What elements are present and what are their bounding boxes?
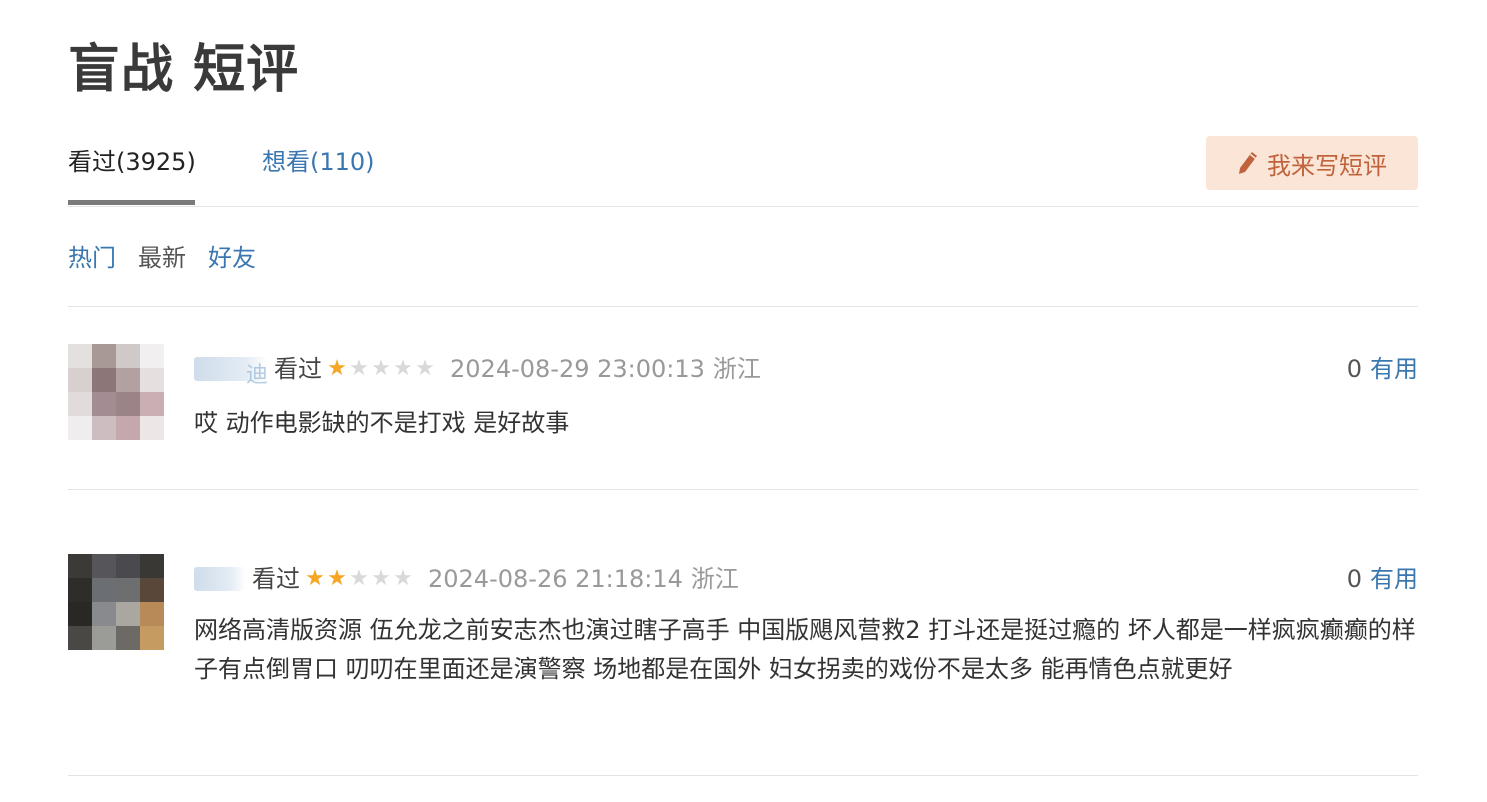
tab-watched[interactable]: 看过(3925): [68, 146, 196, 178]
avatar[interactable]: [68, 344, 164, 440]
star-icon: ★: [349, 356, 369, 381]
comment-content: 网络高清版资源 伍允龙之前安志杰也演过瞎子高手 中国版飓风营救2 打斗还是挺过瘾…: [194, 616, 1416, 683]
comment-divider: [68, 775, 1418, 776]
votes: 0 有用: [1347, 352, 1418, 386]
vote-count: 0: [1346, 565, 1362, 593]
watched-label: 看过: [252, 565, 300, 593]
comment-content: 哎 动作电影缺的不是打戏 是好故事: [194, 409, 570, 437]
vote-count: 0: [1346, 355, 1362, 383]
star-icon: ★: [415, 356, 435, 381]
comment-location: 浙江: [690, 565, 739, 593]
votes: 0 有用: [1347, 562, 1418, 596]
star-icon: ★: [371, 566, 391, 591]
active-tab-indicator: [68, 200, 195, 205]
star-icon: ★: [349, 566, 369, 591]
star-icon: ★: [327, 356, 347, 381]
page-title: 盲战 短评: [68, 40, 300, 100]
rating-stars: ★ ★ ★ ★ ★: [326, 357, 436, 381]
comment-time: 2024-08-26 21:18:14: [428, 565, 683, 593]
username-link[interactable]: [194, 567, 246, 591]
sort-tabs: 热门 最新 好友: [68, 242, 278, 274]
comments-page: 盲战 短评 看过(3925) 想看(110) 我来写短评 热门 最新 好友 迪 …: [0, 0, 1487, 802]
sort-divider: [68, 306, 1418, 307]
username-text: 迪: [246, 363, 269, 388]
star-icon: ★: [393, 356, 413, 381]
sort-tab-newest[interactable]: 最新: [138, 242, 186, 274]
star-icon: ★: [305, 566, 325, 591]
comment-info: 迪 看过 ★ ★ ★ ★ ★ 2024-08-29 23:00:13 浙江: [194, 352, 761, 388]
comment-item: 看过 ★ ★ ★ ★ ★ 2024-08-26 21:18:14 浙江 0 有用 …: [68, 540, 1418, 776]
star-icon: ★: [327, 566, 347, 591]
pencil-icon: [1239, 152, 1257, 174]
rating-stars: ★ ★ ★ ★ ★: [304, 567, 414, 591]
avatar[interactable]: [68, 554, 164, 650]
star-icon: ★: [393, 566, 413, 591]
tabs-divider: [68, 206, 1418, 207]
comment-time: 2024-08-29 23:00:13: [450, 355, 705, 383]
useful-button[interactable]: 有用: [1370, 565, 1418, 593]
comment-divider: [68, 489, 1418, 490]
watched-label: 看过: [274, 355, 323, 383]
comment-item: 迪 看过 ★ ★ ★ ★ ★ 2024-08-29 23:00:13 浙江 0有…: [68, 330, 1418, 490]
write-comment-button[interactable]: 我来写短评: [1206, 136, 1418, 190]
sort-tab-hot[interactable]: 热门: [68, 242, 116, 274]
write-comment-label: 我来写短评: [1267, 151, 1387, 180]
username-link[interactable]: 迪: [194, 357, 269, 388]
useful-button[interactable]: 有用: [1370, 355, 1418, 383]
username-text: [194, 573, 246, 598]
comment-location: 浙江: [712, 355, 761, 383]
star-icon: ★: [371, 356, 391, 381]
comment-info: 看过 ★ ★ ★ ★ ★ 2024-08-26 21:18:14 浙江: [194, 562, 739, 596]
sort-tab-friends[interactable]: 好友: [208, 242, 256, 274]
tab-wish[interactable]: 想看(110): [262, 146, 375, 178]
